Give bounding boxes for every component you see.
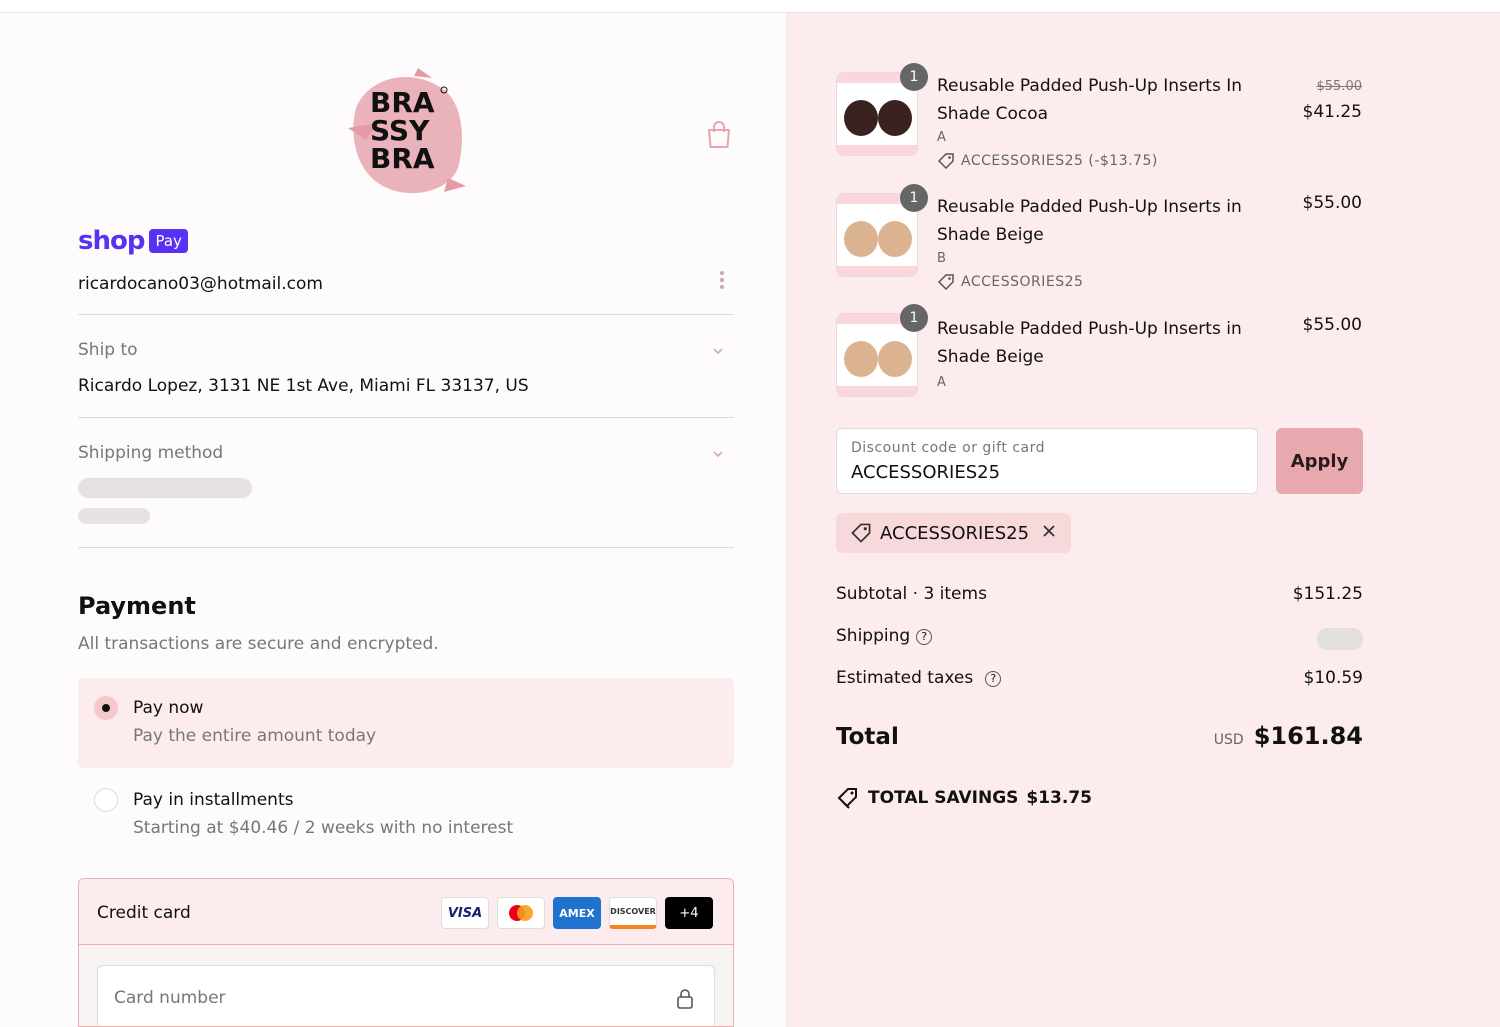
apply-discount-button[interactable]: Apply xyxy=(1276,428,1363,494)
subtotal-row: Subtotal · 3 items $151.25 xyxy=(836,584,1363,604)
cart-item: 1 Reusable Padded Push-Up Inserts in Sha… xyxy=(836,184,1366,293)
total-savings: TOTAL SAVINGS $13.75 xyxy=(836,786,1092,810)
shipping-row: Shipping? xyxy=(836,626,1363,650)
svg-text:BRA: BRA xyxy=(370,142,435,175)
account-email: ricardocano03@hotmail.com xyxy=(78,274,323,294)
shipping-method-label: Shipping method xyxy=(78,443,224,463)
payment-subtitle: All transactions are secure and encrypte… xyxy=(78,634,439,654)
item-variant: A xyxy=(937,130,946,145)
item-variant: A xyxy=(937,375,946,390)
help-icon[interactable]: ? xyxy=(985,671,1002,687)
total-value: $161.84 xyxy=(1253,722,1363,750)
brassy-bra-logo[interactable]: BRA SSY BRA xyxy=(348,68,466,200)
shop-pay-badge: Pay xyxy=(149,229,188,253)
shop-pay-logo: shop Pay xyxy=(78,226,188,256)
credit-card-label: Credit card xyxy=(97,903,191,923)
visa-icon: VISA xyxy=(441,897,489,929)
divider xyxy=(78,547,734,548)
more-options-icon[interactable] xyxy=(716,268,728,294)
item-name: Reusable Padded Push-Up Inserts In Shade… xyxy=(937,76,1243,124)
option-title: Pay in installments xyxy=(133,790,294,810)
remove-discount-icon[interactable] xyxy=(1041,523,1057,544)
item-name: Reusable Padded Push-Up Inserts in Shade… xyxy=(937,197,1242,245)
chevron-down-icon[interactable] xyxy=(711,446,725,460)
pay-now-radio[interactable] xyxy=(94,696,118,720)
item-variant: B xyxy=(937,251,946,266)
pay-now-option[interactable]: Pay now Pay the entire amount today xyxy=(78,678,734,768)
amex-icon: AMEX xyxy=(553,897,601,929)
applied-discount-chip: ACCESSORIES25 xyxy=(836,513,1072,553)
item-price: $55.00 xyxy=(1302,315,1362,335)
taxes-row: Estimated taxes? $10.59 xyxy=(836,668,1363,688)
browser-top-edge xyxy=(0,0,1500,13)
lock-icon xyxy=(676,988,694,1010)
subtotal-label: Subtotal · 3 items xyxy=(836,584,987,604)
more-cards-badge: +4 xyxy=(665,897,713,929)
original-price: $55.00 xyxy=(1316,79,1363,94)
item-discount: ACCESSORIES25 xyxy=(937,273,1083,291)
credit-card-section: Credit card VISA AMEX DISCOVER +4 Card n… xyxy=(78,878,734,1027)
item-price: $55.00 xyxy=(1302,193,1362,213)
currency-code: USD xyxy=(1213,732,1244,748)
savings-value: $13.75 xyxy=(1026,788,1092,808)
card-number-placeholder: Card number xyxy=(114,988,226,1008)
discount-input-label: Discount code or gift card xyxy=(851,440,1045,456)
option-title: Pay now xyxy=(133,698,204,718)
option-description: Starting at $40.46 / 2 weeks with no int… xyxy=(133,818,514,838)
mastercard-icon xyxy=(497,897,545,929)
item-price: $41.25 xyxy=(1302,102,1362,122)
tag-icon xyxy=(851,523,871,543)
shipping-label: Shipping xyxy=(836,626,911,646)
item-name: Reusable Padded Push-Up Inserts in Shade… xyxy=(937,319,1242,367)
total-label: Total xyxy=(836,724,899,750)
discount-code-input[interactable]: Discount code or gift card ACCESSORIES25 xyxy=(836,428,1258,494)
credit-card-header[interactable]: Credit card VISA AMEX DISCOVER +4 xyxy=(79,879,733,945)
taxes-value: $10.59 xyxy=(1303,668,1363,688)
ship-to-address: Ricardo Lopez, 3131 NE 1st Ave, Miami FL… xyxy=(78,376,529,396)
cart-item: 1 Reusable Padded Push-Up Inserts in Sha… xyxy=(836,304,1366,397)
divider xyxy=(78,314,734,315)
savings-tag-icon xyxy=(837,788,857,809)
help-icon[interactable]: ? xyxy=(916,629,933,645)
tag-icon xyxy=(937,153,954,170)
discover-icon: DISCOVER xyxy=(609,897,657,929)
pay-installments-radio[interactable] xyxy=(94,788,118,812)
quantity-badge: 1 xyxy=(900,304,928,332)
applied-discount-code: ACCESSORIES25 xyxy=(880,522,1030,544)
chevron-down-icon[interactable] xyxy=(711,343,725,357)
item-discount: ACCESSORIES25 (-$13.75) xyxy=(937,152,1158,170)
tag-icon xyxy=(937,274,954,291)
quantity-badge: 1 xyxy=(900,184,928,212)
payment-heading: Payment xyxy=(78,592,196,620)
quantity-badge: 1 xyxy=(900,63,928,91)
ship-to-label: Ship to xyxy=(78,340,138,360)
taxes-label: Estimated taxes xyxy=(836,668,974,688)
subtotal-value: $151.25 xyxy=(1292,584,1363,604)
pay-installments-option[interactable]: Pay in installments Starting at $40.46 /… xyxy=(78,770,734,860)
shop-pay-wordmark: shop xyxy=(78,226,145,256)
loading-skeleton xyxy=(78,478,252,498)
card-number-input[interactable]: Card number xyxy=(97,965,715,1026)
savings-label: TOTAL SAVINGS xyxy=(868,788,1019,808)
divider xyxy=(78,417,734,418)
shipping-loading-skeleton xyxy=(1317,628,1363,650)
discount-input-value: ACCESSORIES25 xyxy=(851,462,1001,483)
shopping-bag-icon[interactable] xyxy=(704,120,734,150)
option-description: Pay the entire amount today xyxy=(133,726,377,746)
total-amount: USD $161.84 xyxy=(1214,722,1363,750)
cart-item: 1 Reusable Padded Push-Up Inserts In Sha… xyxy=(836,63,1366,172)
loading-skeleton xyxy=(78,508,150,524)
